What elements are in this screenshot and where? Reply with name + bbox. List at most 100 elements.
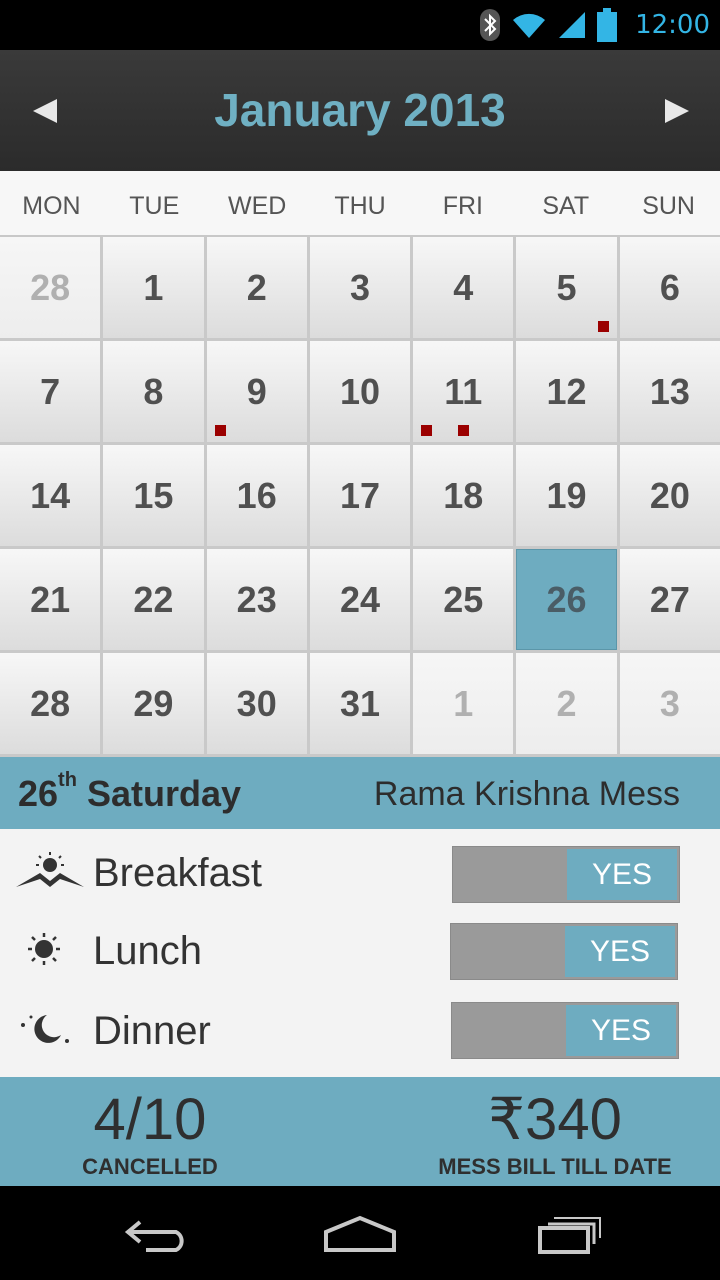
chevron-right-icon <box>665 98 689 123</box>
next-month-button[interactable] <box>636 50 716 171</box>
day-number: 6 <box>659 266 680 308</box>
calendar-day[interactable]: 6 <box>619 237 720 338</box>
calendar-day[interactable]: 30 <box>206 653 307 754</box>
meal-name: Dinner <box>93 1009 211 1053</box>
day-number: 21 <box>30 578 71 620</box>
system-nav-bar <box>0 1186 720 1280</box>
sunrise-icon <box>14 843 86 899</box>
calendar-day[interactable]: 19 <box>516 445 617 546</box>
calendar-day[interactable]: 4 <box>413 237 514 338</box>
day-number: 5 <box>556 266 577 308</box>
selected-day-bar: 26th Saturday Rama Krishna Mess <box>0 757 720 829</box>
month-header: January 2013 <box>0 50 720 171</box>
calendar-day[interactable]: 25 <box>413 549 514 650</box>
calendar-day[interactable]: 9 <box>206 341 307 442</box>
month-title: January 2013 <box>214 84 506 136</box>
calendar-day[interactable]: 22 <box>103 549 204 650</box>
calendar-day[interactable]: 8 <box>103 341 204 442</box>
calendar-day[interactable]: 3 <box>619 653 720 754</box>
calendar-day[interactable]: 5 <box>516 237 617 338</box>
calendar-day[interactable]: 23 <box>206 549 307 650</box>
day-number: 20 <box>649 474 690 516</box>
day-number: 7 <box>40 370 61 412</box>
lunch-toggle[interactable]: YES <box>450 923 678 980</box>
calendar-day[interactable]: 2 <box>516 653 617 754</box>
day-number: 28 <box>30 266 71 308</box>
day-number: 2 <box>246 266 267 308</box>
sun-icon <box>14 921 74 977</box>
mess-name: Rama Krishna Mess <box>373 775 680 813</box>
calendar-day[interactable]: 28 <box>0 237 101 338</box>
selected-day-name: Saturday <box>86 773 242 814</box>
day-number: 28 <box>30 682 71 724</box>
day-number: 3 <box>659 682 680 724</box>
calendar-day[interactable]: 1 <box>413 653 514 754</box>
day-number: 11 <box>444 370 483 412</box>
toggle-state: YES <box>566 1005 676 1056</box>
day-number: 1 <box>453 682 474 724</box>
calendar-day[interactable]: 13 <box>619 341 720 442</box>
day-number: 24 <box>339 578 381 620</box>
cancel-marker <box>421 425 433 436</box>
cancel-marker <box>597 321 609 332</box>
day-number: 3 <box>349 266 370 308</box>
calendar-day[interactable]: 31 <box>309 653 411 754</box>
day-number: 22 <box>133 578 174 620</box>
cancel-marker <box>214 425 226 436</box>
calendar-day[interactable]: 18 <box>413 445 514 546</box>
meal-row-breakfast: Breakfast YES <box>0 833 720 909</box>
bill-stat: ₹340 MESS BILL TILL DATE <box>410 1077 700 1179</box>
calendar-day[interactable]: 14 <box>0 445 101 546</box>
recent-apps-button[interactable] <box>522 1204 612 1264</box>
weekday-label: TUE <box>129 192 180 220</box>
day-number: 10 <box>339 370 381 412</box>
calendar-day[interactable]: 10 <box>309 341 411 442</box>
calendar-day[interactable]: 3 <box>309 237 411 338</box>
wifi-icon <box>511 10 547 40</box>
calendar-day[interactable]: 2 <box>206 237 307 338</box>
home-button[interactable] <box>315 1204 405 1264</box>
calendar-day[interactable]: 20 <box>619 445 720 546</box>
calendar-day[interactable]: 21 <box>0 549 101 650</box>
calendar-day[interactable]: 12 <box>516 341 617 442</box>
cancel-marker <box>458 425 470 436</box>
calendar-day[interactable]: 27 <box>619 549 720 650</box>
calendar-day[interactable]: 15 <box>103 445 204 546</box>
day-number: 31 <box>339 682 381 724</box>
calendar-day[interactable]: 26 <box>516 549 617 650</box>
day-number: 2 <box>556 682 577 724</box>
day-number: 13 <box>649 370 690 412</box>
battery-icon <box>597 8 618 42</box>
chevron-left-icon <box>33 98 57 123</box>
breakfast-toggle[interactable]: YES <box>452 846 680 903</box>
status-bar: 12:00 <box>0 0 720 50</box>
day-number: 9 <box>246 370 267 412</box>
weekday-label: SAT <box>542 192 590 220</box>
signal-icon <box>557 10 587 40</box>
calendar-day[interactable]: 16 <box>206 445 307 546</box>
bill-value: ₹340 <box>488 1087 622 1152</box>
recent-apps-icon <box>538 1217 601 1254</box>
cancelled-stat: 4/10 CANCELLED <box>60 1077 240 1179</box>
day-number: 30 <box>236 682 277 724</box>
calendar-day[interactable]: 28 <box>0 653 101 754</box>
calendar-day[interactable]: 11 <box>413 341 514 442</box>
calendar-day[interactable]: 7 <box>0 341 101 442</box>
calendar-day[interactable]: 17 <box>309 445 411 546</box>
moon-icon <box>14 1001 74 1057</box>
day-number: 18 <box>443 474 484 516</box>
weekday-label: SUN <box>642 192 695 220</box>
back-button[interactable] <box>112 1204 202 1264</box>
day-number: 12 <box>546 370 587 412</box>
day-number: 26 <box>546 578 587 620</box>
dinner-toggle[interactable]: YES <box>451 1002 679 1059</box>
prev-month-button[interactable] <box>6 50 86 171</box>
home-icon <box>324 1215 396 1252</box>
day-number: 19 <box>546 474 587 516</box>
cancelled-label: CANCELLED <box>82 1154 218 1179</box>
day-number: 15 <box>133 474 174 516</box>
calendar-day[interactable]: 24 <box>309 549 411 650</box>
bill-label: MESS BILL TILL DATE <box>438 1154 672 1179</box>
calendar-day[interactable]: 1 <box>103 237 204 338</box>
calendar-day[interactable]: 29 <box>103 653 204 754</box>
